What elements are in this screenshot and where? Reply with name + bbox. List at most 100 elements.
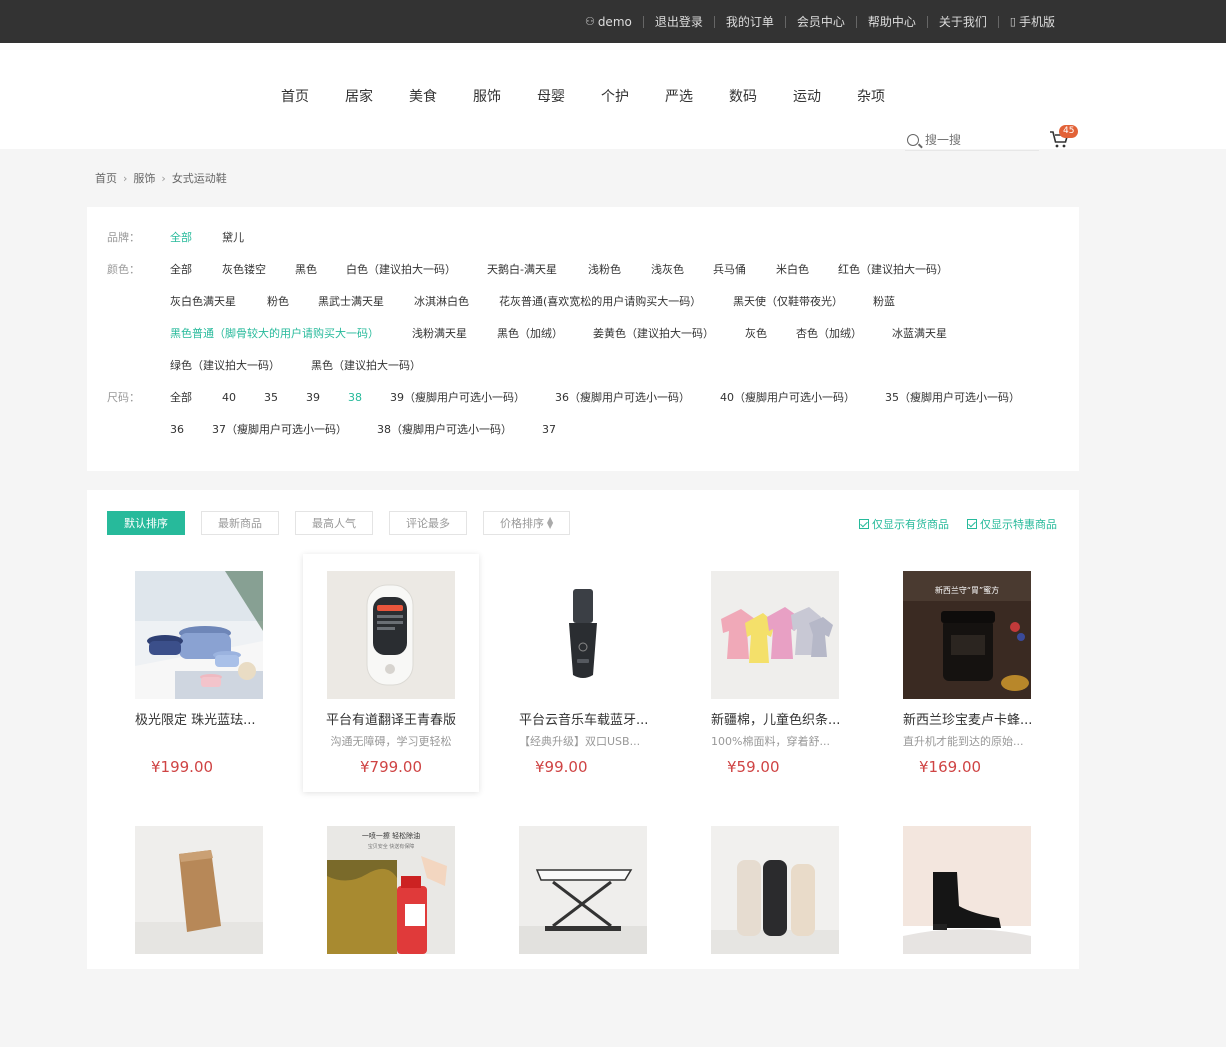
filter-option[interactable]: 39 [306,391,320,404]
filter-option[interactable]: 浅粉满天星 [412,325,467,341]
orders-link[interactable]: 我的订单 [713,15,785,28]
filter-option[interactable]: 37 [542,423,556,436]
filter-option[interactable]: 39（瘦脚用户可选小一码） [390,389,525,405]
filter-option[interactable]: 黛儿 [222,229,244,245]
about-link[interactable]: 关于我们 [926,15,998,28]
product-card[interactable] [879,809,1055,1047]
sort-newest-button[interactable]: 最新商品 [201,511,279,535]
filter-option-selected[interactable]: 黑色普通（脚骨较大的用户请购买大一码） [170,325,379,341]
product-image-car-charger[interactable] [519,571,647,699]
filter-option[interactable]: 全部 [170,389,192,405]
filter-option[interactable]: 米白色 [776,261,809,277]
special-checkbox[interactable]: 仅显示特惠商品 [967,516,1057,532]
search-icon[interactable] [907,133,919,146]
product-image-cookware[interactable] [135,571,263,699]
mobile-link[interactable]: ▯ 手机版 [997,15,1066,28]
filter-option[interactable]: 绿色（建议拍大一码） [170,357,280,373]
product-image-honey[interactable]: 新西兰守“胃”蜜方 [903,571,1031,699]
filter-option[interactable]: 36 [170,423,184,436]
filter-option[interactable]: 黑天使（仅鞋带夜光） [733,293,843,309]
filter-option[interactable]: 35 [264,391,278,404]
product-card-hovered[interactable]: 平台有道翻译王青春版 沟通无障碍，学习更轻松 ¥799.00 [303,554,479,792]
instock-label: 仅显示有货商品 [872,518,949,531]
product-name[interactable]: 新疆棉，儿童色织条... [687,709,863,728]
nav-item-home[interactable]: 首页 [281,86,309,106]
filter-option[interactable]: 灰色 [745,325,767,341]
product-name[interactable]: 新西兰珍宝麦卢卡蜂... [879,709,1055,728]
filter-option[interactable]: 天鹅白-满天星 [487,261,557,277]
filter-option[interactable]: 黑色（加绒） [497,325,563,341]
nav-item-home-living[interactable]: 居家 [345,86,373,106]
filter-option-selected[interactable]: 38 [348,391,362,404]
filter-option[interactable]: 40（瘦脚用户可选小一码） [720,389,855,405]
product-image-cups[interactable] [711,826,839,954]
filter-option[interactable]: 全部 [170,229,192,245]
filter-checks: 仅显示有货商品 仅显示特惠商品 [841,516,1057,532]
nav-item-digital[interactable]: 数码 [729,86,757,106]
product-card[interactable]: 一喷一擦 轻松除油 宝贝安全 快送有保障 [303,809,479,1047]
filter-option[interactable]: 兵马俑 [713,261,746,277]
product-name[interactable]: 极光限定 珠光蓝珐... [111,709,287,728]
nav-item-personal-care[interactable]: 个护 [601,86,629,106]
nav-item-misc[interactable]: 杂项 [857,86,885,106]
product-image-translator[interactable] [327,571,455,699]
nav-item-food[interactable]: 美食 [409,86,437,106]
filter-option[interactable]: 冰淇淋白色 [414,293,469,309]
sort-reviews-button[interactable]: 评论最多 [389,511,467,535]
filter-option[interactable]: 冰蓝满天星 [892,325,947,341]
member-center-link[interactable]: 会员中心 [784,15,856,28]
product-name[interactable]: 平台有道翻译王青春版 [303,709,479,728]
user-link[interactable]: ⚇ demo [574,15,643,28]
filter-option[interactable]: 白色（建议拍大一码） [346,261,456,277]
breadcrumb-category[interactable]: 服饰 [133,170,155,186]
product-desc: 沟通无障碍，学习更轻松 [330,735,452,748]
cleaner-banner-subtext: 宝贝安全 快送有保障 [368,843,415,850]
filter-option[interactable]: 粉蓝 [873,293,895,309]
product-card[interactable]: 新西兰守“胃”蜜方 新西兰珍宝麦卢卡蜂... 直升机才能到达的原始... ¥16… [879,554,1055,792]
filter-option[interactable]: 粉色 [267,293,289,309]
filter-option[interactable]: 36（瘦脚用户可选小一码） [555,389,690,405]
product-image-boots[interactable] [903,826,1031,954]
product-card[interactable]: 极光限定 珠光蓝珐... ¥199.00 [111,554,287,792]
product-image-cleaner[interactable]: 一喷一擦 轻松除油 宝贝安全 快送有保障 [327,826,455,954]
product-image-table[interactable] [519,826,647,954]
filter-option[interactable]: 花灰普通(喜欢宽松的用户请购买大一码） [499,293,701,309]
search-input[interactable] [925,132,1025,147]
filter-option[interactable]: 姜黄色（建议拍大一码） [593,325,714,341]
product-image-kids-clothes[interactable] [711,571,839,699]
filter-option[interactable]: 黑色（建议拍大一码） [311,357,421,373]
logout-link[interactable]: 退出登录 [642,15,714,28]
nav-item-apparel[interactable]: 服饰 [473,86,501,106]
nav-item-selected[interactable]: 严选 [665,86,693,106]
filter-option[interactable]: 灰色镂空 [222,261,266,277]
nav-item-baby[interactable]: 母婴 [537,86,565,106]
filter-option[interactable]: 38（瘦脚用户可选小一码） [377,421,512,437]
filter-option[interactable]: 浅灰色 [651,261,684,277]
product-card[interactable]: 新疆棉，儿童色织条... 100%棉面料，穿着舒... ¥59.00 [687,554,863,792]
product-card[interactable] [687,809,863,1047]
filter-option[interactable]: 灰白色满天星 [170,293,236,309]
help-center-link[interactable]: 帮助中心 [855,15,927,28]
filter-option[interactable]: 40 [222,391,236,404]
sort-price-button[interactable]: 价格排序 ▲ ▼ [483,511,571,535]
filter-option[interactable]: 杏色（加绒） [796,325,862,341]
filter-option[interactable]: 37（瘦脚用户可选小一码） [212,421,347,437]
product-card[interactable] [495,809,671,1047]
filter-option[interactable]: 浅粉色 [588,261,621,277]
filter-option[interactable]: 黑色 [295,261,317,277]
product-price: ¥199.00 [151,758,214,776]
product-card[interactable]: 平台云音乐车载蓝牙... 【经典升级】双口USB... ¥99.00 [495,554,671,792]
filter-option[interactable]: 黑武士满天星 [318,293,384,309]
sort-popular-button[interactable]: 最高人气 [295,511,373,535]
instock-checkbox[interactable]: 仅显示有货商品 [859,516,949,532]
cleaner-banner-text: 一喷一擦 轻松除油 [362,831,420,840]
nav-item-sports[interactable]: 运动 [793,86,821,106]
filter-option[interactable]: 红色（建议拍大一码） [838,261,948,277]
product-card[interactable] [111,809,287,1047]
breadcrumb-home[interactable]: 首页 [95,170,117,186]
filter-option[interactable]: 35（瘦脚用户可选小一码） [885,389,1020,405]
product-name[interactable]: 平台云音乐车载蓝牙... [495,709,671,728]
filter-option[interactable]: 全部 [170,261,192,277]
product-image-soap[interactable] [135,826,263,954]
sort-default-button[interactable]: 默认排序 [107,511,185,535]
